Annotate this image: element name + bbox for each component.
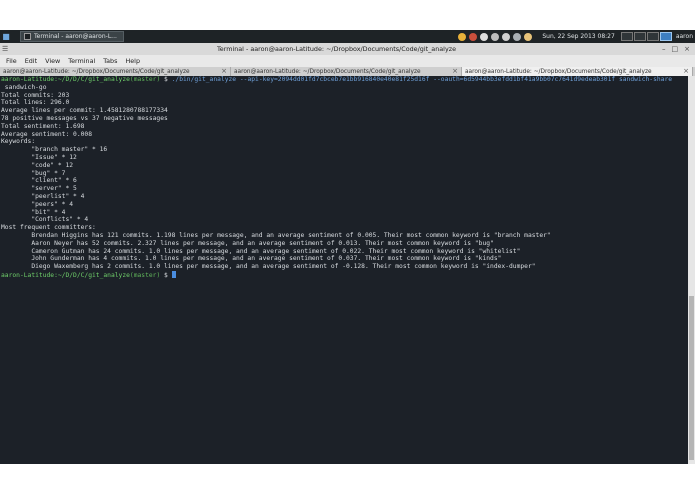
output-line: John Gunderman has 4 commits. 1.0 lines … [1, 255, 502, 263]
output-line: "peerlist" * 4 [1, 192, 85, 200]
tab-close-icon[interactable]: × [452, 67, 458, 76]
output-line: "Conflicts" * 4 [1, 216, 89, 224]
volume-icon[interactable] [491, 32, 500, 41]
output-line: Total commits: 203 [1, 91, 70, 99]
taskbar-terminal-button[interactable]: Terminal - aaron@aaron-L... [20, 31, 124, 42]
command-line: aaron-Latitude:~/D/D/C/git_analyze(maste… [1, 76, 688, 84]
tab-label: aaron@aaron-Latitude: ~/Dropbox/Document… [465, 68, 652, 75]
window-titlebar[interactable]: ☰ Terminal - aaron@aaron-Latitude: ~/Dro… [0, 43, 695, 55]
workspace-2[interactable] [633, 32, 646, 41]
prompt-path: aaron-Latitude:~/D/D/C/git_analyze [1, 76, 130, 83]
workspace-switcher[interactable] [620, 32, 672, 41]
tab-label: aaron@aaron-Latitude: ~/Dropbox/Document… [234, 68, 421, 75]
output-line: "bit" * 4 [1, 208, 66, 216]
output-line: "branch master" * 16 [1, 146, 108, 154]
menu-help[interactable]: Help [125, 57, 140, 65]
output-line: "Issue" * 12 [1, 153, 77, 161]
output-line: Total sentiment: 1.698 [1, 122, 85, 130]
window-title: Terminal - aaron@aaron-Latitude: ~/Dropb… [216, 45, 457, 53]
output-line: 78 positive messages vs 37 negative mess… [1, 114, 168, 122]
terminal-scrollbar[interactable] [688, 76, 695, 464]
terminal-icon [24, 33, 31, 40]
prompt-symbol: $ [160, 271, 172, 279]
screen-top-margin [0, 0, 695, 30]
command-wrap: sandwich-go [1, 83, 47, 91]
output-line: Cameron Gutman has 24 commits. 1.0 lines… [1, 247, 521, 255]
output-line: "code" * 12 [1, 161, 74, 169]
tab-close-icon[interactable]: × [683, 67, 689, 76]
workspace-1[interactable] [620, 32, 633, 41]
workspace-3[interactable] [646, 32, 659, 41]
output-line: Brendan Higgins has 121 commits. 1.198 l… [1, 231, 551, 239]
output-line: Average lines per commit: 1.458128078817… [1, 107, 168, 115]
tab-2[interactable]: aaron@aaron-Latitude: ~/Dropbox/Document… [231, 67, 462, 76]
screen-bottom-margin [0, 464, 695, 494]
app-menu-icon[interactable]: ■ [0, 30, 12, 43]
output-line: Total lines: 296.0 [1, 99, 70, 107]
smiley-icon[interactable] [524, 32, 533, 41]
prompt-branch: (master) [129, 76, 161, 83]
output-lines: Total commits: 203 Total lines: 296.0 Aver… [1, 92, 688, 271]
menubar: File Edit View Terminal Tabs Help [0, 55, 695, 67]
prompt-path: aaron-Latitude:~/D/D/C/git_analyze [1, 271, 130, 279]
menu-file[interactable]: File [6, 57, 17, 65]
menu-tabs[interactable]: Tabs [103, 57, 117, 65]
current-prompt-line: aaron-Latitude:~/D/D/C/git_analyze(maste… [1, 270, 688, 280]
battery-icon[interactable] [513, 32, 522, 41]
minimize-button[interactable]: – [662, 45, 666, 53]
window-menu-icon[interactable]: ☰ [2, 45, 11, 53]
prompt-branch: (master) [129, 271, 161, 279]
menu-terminal[interactable]: Terminal [68, 57, 95, 65]
output-line: "client" * 6 [1, 177, 77, 185]
weather-icon[interactable] [458, 32, 467, 41]
prompt-symbol: $ [160, 76, 172, 83]
workspace-4[interactable] [659, 32, 672, 41]
menu-view[interactable]: View [45, 57, 60, 65]
output-line: Keywords: [1, 138, 36, 146]
output-line: Aaron Neyer has 52 commits. 2.327 lines … [1, 239, 494, 247]
scrollbar-thumb[interactable] [689, 296, 694, 460]
tab-1[interactable]: aaron@aaron-Latitude: ~/Dropbox/Document… [0, 67, 231, 76]
tab-close-icon[interactable]: × [221, 67, 227, 76]
network-icon[interactable] [480, 32, 489, 41]
command-text: ./bin/git_analyze --api-key=2094dd01fd7c… [171, 76, 673, 83]
desktop-panel: ■ Terminal - aaron@aaron-L... Sun, 22 Se… [0, 30, 695, 43]
tab-bar: aaron@aaron-Latitude: ~/Dropbox/Document… [0, 67, 695, 76]
menu-edit[interactable]: Edit [25, 57, 37, 65]
close-button[interactable]: × [684, 45, 690, 53]
clock[interactable]: Sun, 22 Sep 2013 08:27 [542, 33, 614, 40]
output-line: Most frequent committers: [1, 224, 96, 232]
maximize-button[interactable]: □ [672, 45, 679, 53]
dropbox-icon[interactable] [502, 32, 511, 41]
output-line: "server" * 5 [1, 185, 77, 193]
output-line: "bug" * 7 [1, 169, 66, 177]
output-line: Average sentiment: 0.008 [1, 130, 92, 138]
taskbar-terminal-label: Terminal - aaron@aaron-L... [34, 33, 117, 40]
system-tray [458, 32, 533, 41]
tab-label: aaron@aaron-Latitude: ~/Dropbox/Document… [3, 68, 190, 75]
output-line: "peers" * 4 [1, 200, 74, 208]
text-cursor [171, 270, 176, 278]
tab-3[interactable]: aaron@aaron-Latitude: ~/Dropbox/Document… [462, 67, 693, 76]
output-line: Diego Waxemberg has 2 commits. 1.0 lines… [1, 263, 536, 271]
user-menu[interactable]: aaron [676, 33, 693, 40]
notification-icon[interactable] [469, 32, 478, 41]
terminal-output[interactable]: aaron-Latitude:~/D/D/C/git_analyze(maste… [0, 76, 688, 464]
